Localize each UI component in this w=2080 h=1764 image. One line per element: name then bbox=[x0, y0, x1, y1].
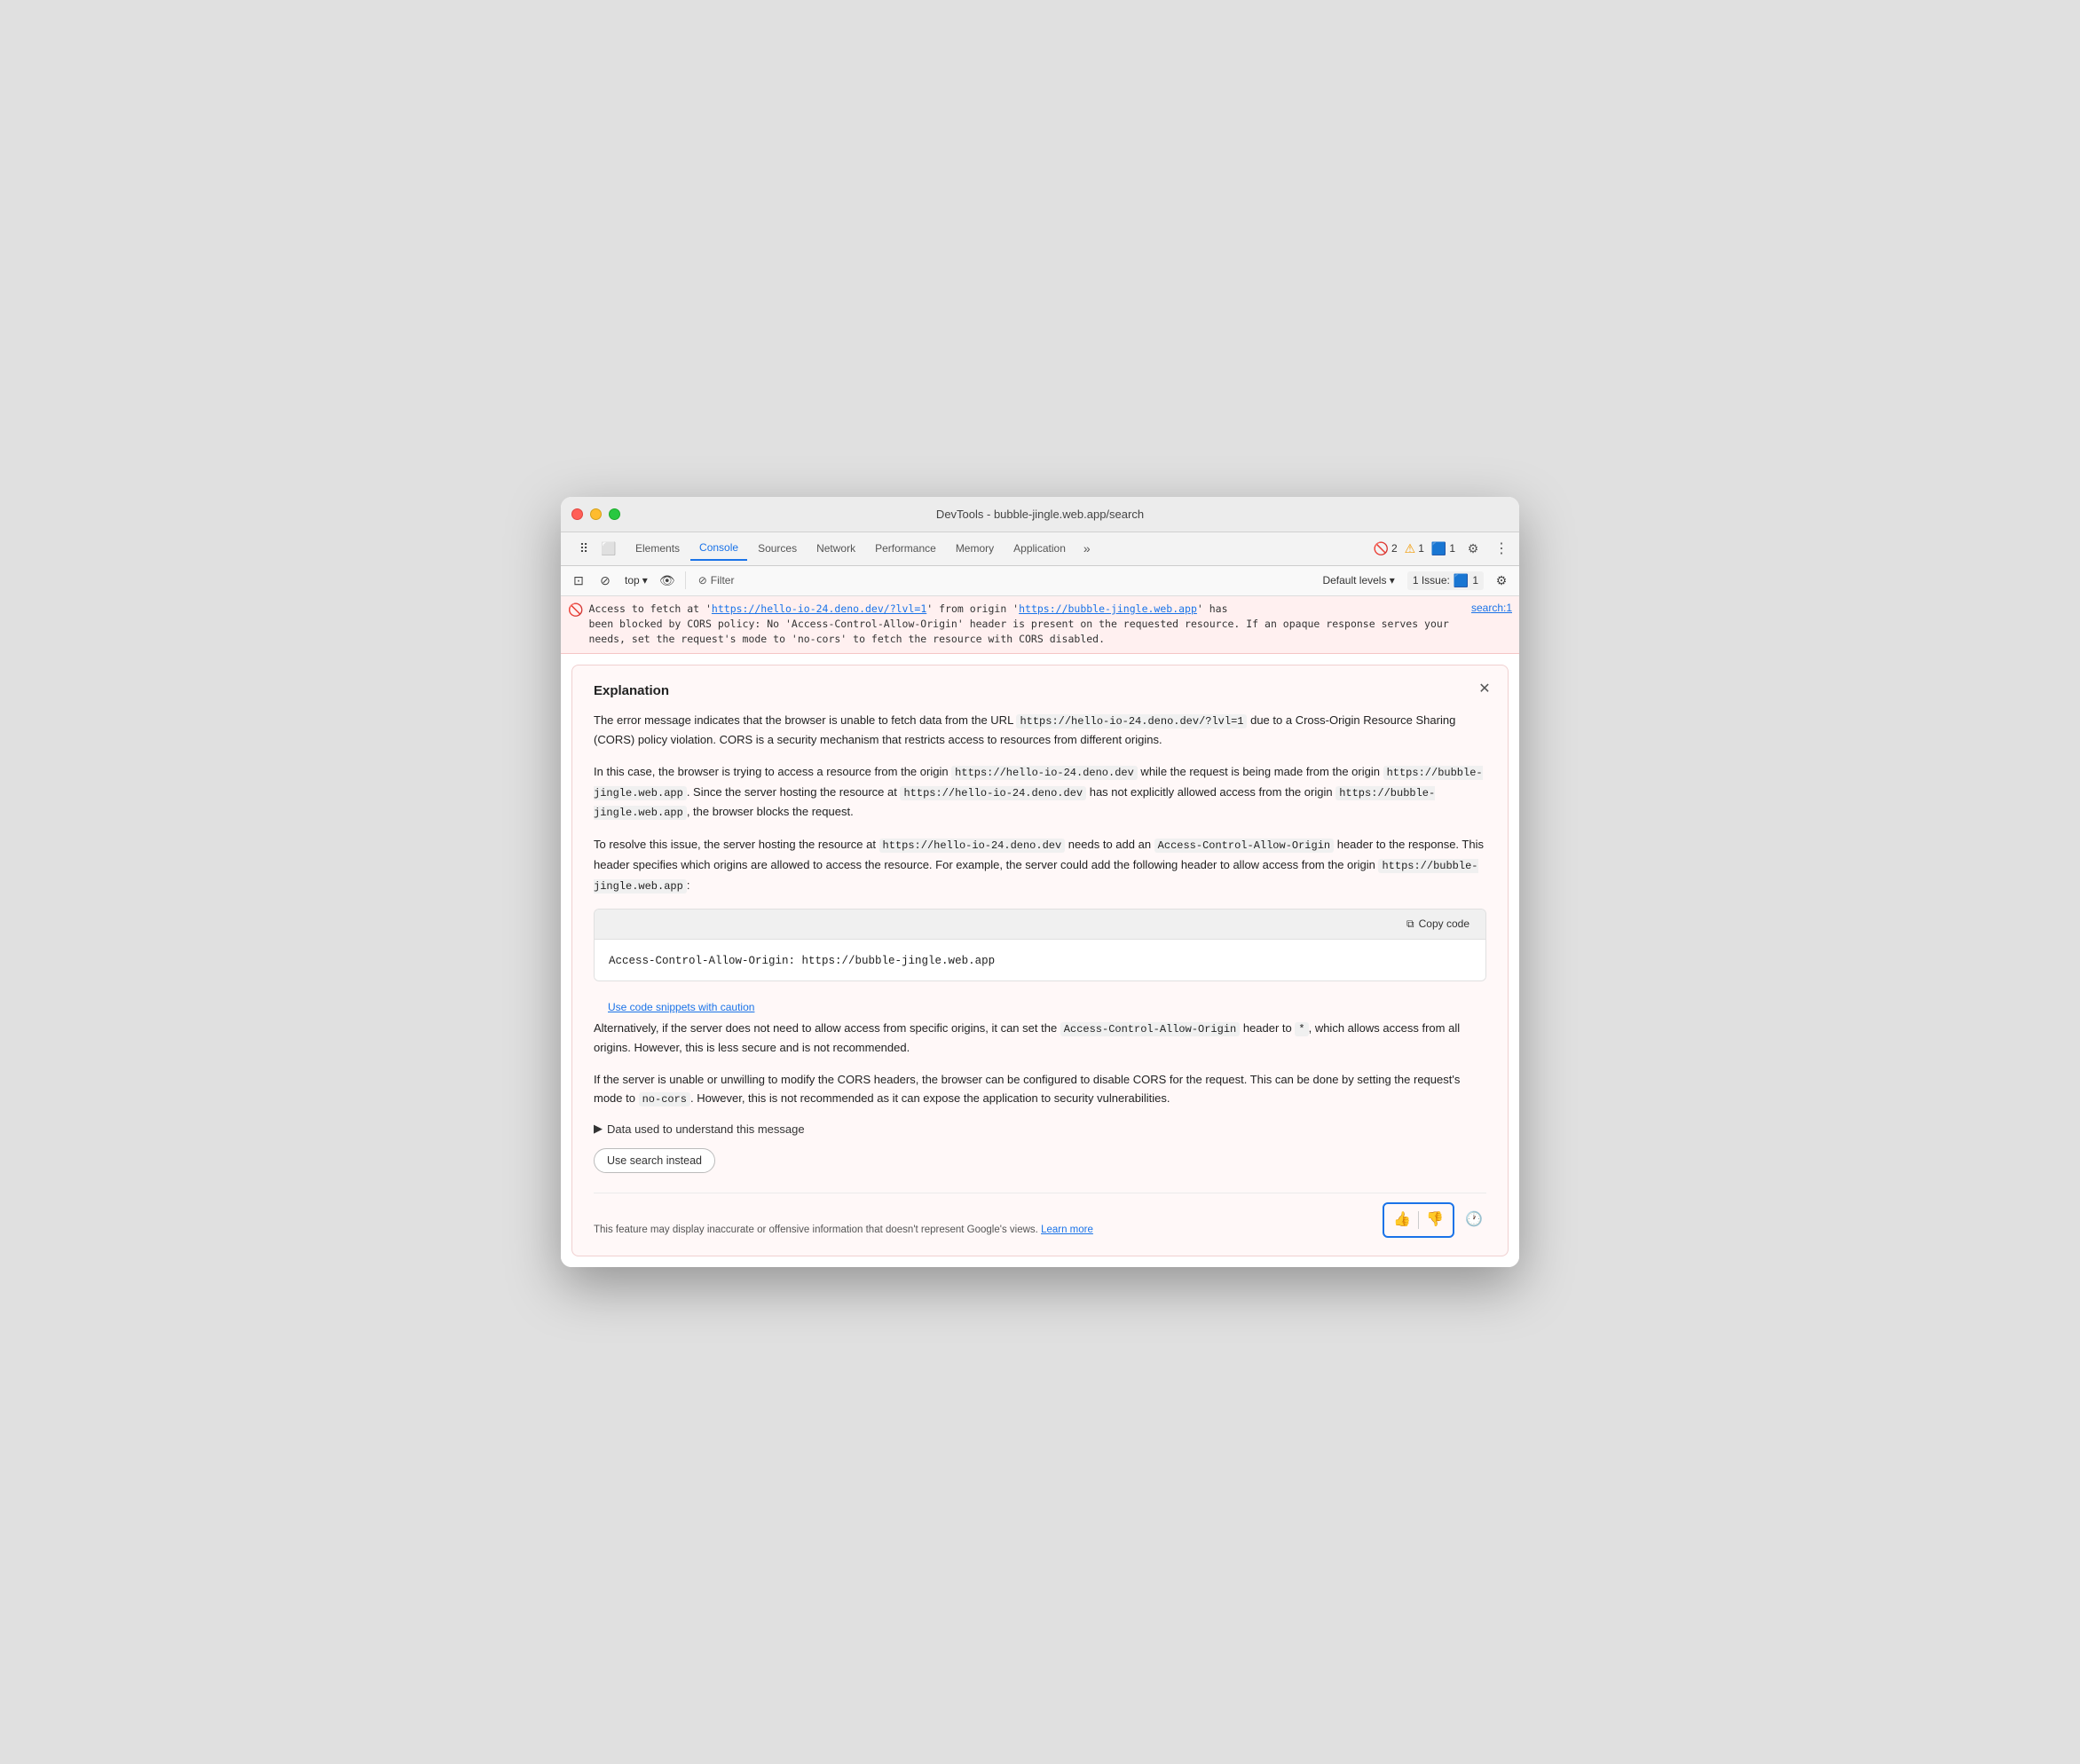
tab-memory[interactable]: Memory bbox=[947, 537, 1003, 560]
thumbs-down-button[interactable]: 👎 bbox=[1422, 1208, 1447, 1232]
filter-area[interactable]: ⊘ Filter bbox=[693, 572, 740, 588]
tab-application[interactable]: Application bbox=[1005, 537, 1075, 560]
eye-icon[interactable]: 👁 bbox=[657, 570, 678, 591]
use-search-button[interactable]: Use search instead bbox=[594, 1148, 715, 1173]
thumbs-up-button[interactable]: 👍 bbox=[1390, 1208, 1414, 1232]
error-badge[interactable]: 🚫 2 bbox=[1374, 541, 1398, 556]
settings-icon-tab[interactable]: ⚙ bbox=[1462, 538, 1484, 559]
error-url-1[interactable]: https://hello-io-24.deno.dev/?lvl=1 bbox=[712, 602, 926, 615]
learn-more-link[interactable]: Learn more bbox=[1041, 1225, 1093, 1235]
devtools-tab-bar: ⠿ ⬜ Elements Console Sources Network Per… bbox=[561, 532, 1519, 566]
copy-code-label: Copy code bbox=[1419, 917, 1469, 930]
error-url-2[interactable]: https://bubble-jingle.web.app bbox=[1019, 602, 1197, 615]
default-levels-select[interactable]: Default levels ▾ bbox=[1317, 572, 1399, 588]
copy-code-button[interactable]: ⧉ Copy code bbox=[1399, 915, 1477, 933]
data-toggle-label: Data used to understand this message bbox=[607, 1122, 805, 1136]
toggle-arrow-icon: ▶ bbox=[594, 1122, 603, 1136]
issue-label-text: 1 Issue: bbox=[1413, 574, 1450, 587]
disclaimer-content: This feature may display inaccurate or o… bbox=[594, 1225, 1038, 1235]
code-snippet-text: Access-Control-Allow-Origin: https://bub… bbox=[609, 955, 995, 967]
issue-icon: 🟦 bbox=[1431, 541, 1446, 556]
feedback-divider bbox=[1418, 1211, 1419, 1229]
tab-icons: ⠿ ⬜ bbox=[568, 538, 625, 559]
explanation-paragraph-3: To resolve this issue, the server hostin… bbox=[594, 835, 1486, 895]
filter-icon: ⊘ bbox=[698, 574, 707, 587]
issue-icon-toolbar: 🟦 bbox=[1454, 573, 1469, 588]
more-options-icon[interactable]: ⋮ bbox=[1491, 538, 1512, 559]
feedback-buttons: 👍 👎 bbox=[1383, 1202, 1454, 1238]
filter-label: Filter bbox=[711, 574, 735, 587]
sidebar-toggle-icon[interactable]: ⊡ bbox=[568, 570, 589, 591]
error-icon: 🚫 bbox=[1374, 541, 1389, 556]
explanation-paragraph-1: The error message indicates that the bro… bbox=[594, 711, 1486, 750]
traffic-lights bbox=[571, 508, 620, 520]
code-block-toolbar: ⧉ Copy code bbox=[595, 910, 1485, 940]
explanation-paragraph-4: Alternatively, if the server does not ne… bbox=[594, 1019, 1486, 1058]
error-count: 2 bbox=[1391, 542, 1398, 555]
error-circle-icon: 🚫 bbox=[568, 602, 583, 618]
feedback-area: 👍 👎 🕐 bbox=[1383, 1202, 1486, 1238]
explanation-panel: Explanation ✕ The error message indicate… bbox=[571, 665, 1509, 1256]
tab-performance[interactable]: Performance bbox=[866, 537, 945, 560]
tab-sources[interactable]: Sources bbox=[749, 537, 806, 560]
warning-count: 1 bbox=[1418, 542, 1424, 555]
close-traffic-light[interactable] bbox=[571, 508, 583, 520]
more-tabs-button[interactable]: » bbox=[1078, 538, 1096, 559]
caution-link[interactable]: Use code snippets with caution bbox=[608, 1001, 754, 1013]
error-text-mid: ' from origin ' bbox=[926, 602, 1019, 615]
copy-icon: ⧉ bbox=[1406, 917, 1414, 931]
top-label: top bbox=[625, 574, 640, 587]
warning-icon: ⚠ bbox=[1405, 541, 1416, 556]
code-block-content: Access-Control-Allow-Origin: https://bub… bbox=[595, 940, 1485, 980]
chevron-down-icon: ▾ bbox=[642, 574, 648, 587]
issue-count-toolbar: 1 bbox=[1472, 574, 1478, 587]
execution-context-select[interactable]: top ▾ bbox=[621, 572, 651, 588]
error-text-has: ' has bbox=[1197, 602, 1228, 615]
issues-badge[interactable]: 1 Issue: 🟦 1 bbox=[1407, 571, 1484, 590]
toolbar-divider-1 bbox=[685, 571, 686, 589]
clear-console-icon[interactable]: ⊘ bbox=[595, 570, 616, 591]
cursor-icon[interactable]: ⠿ bbox=[573, 538, 595, 559]
explanation-body: The error message indicates that the bro… bbox=[594, 711, 1486, 1238]
disclaimer-area: This feature may display inaccurate or o… bbox=[594, 1193, 1486, 1238]
error-row: 🚫 Access to fetch at 'https://hello-io-2… bbox=[561, 596, 1519, 654]
console-toolbar: ⊡ ⊘ top ▾ 👁 ⊘ Filter Default levels ▾ 1 … bbox=[561, 566, 1519, 596]
tab-badges: 🚫 2 ⚠ 1 🟦 1 ⚙ ⋮ bbox=[1374, 538, 1513, 559]
error-continuation: been blocked by CORS policy: No 'Access-… bbox=[588, 618, 1448, 645]
data-toggle[interactable]: ▶ Data used to understand this message bbox=[594, 1122, 1486, 1136]
settings-icon-toolbar[interactable]: ⚙ bbox=[1491, 570, 1512, 591]
explanation-paragraph-5: If the server is unable or unwilling to … bbox=[594, 1070, 1486, 1109]
window-title: DevTools - bubble-jingle.web.app/search bbox=[936, 508, 1144, 521]
error-text: Access to fetch at 'https://hello-io-24.… bbox=[588, 602, 1466, 648]
tab-console[interactable]: Console bbox=[690, 536, 747, 561]
device-icon[interactable]: ⬜ bbox=[598, 538, 619, 559]
explanation-title: Explanation bbox=[594, 683, 1486, 698]
code-block: ⧉ Copy code Access-Control-Allow-Origin:… bbox=[594, 909, 1486, 981]
disclaimer-text: This feature may display inaccurate or o… bbox=[594, 1223, 1374, 1238]
console-content: 🚫 Access to fetch at 'https://hello-io-2… bbox=[561, 596, 1519, 1267]
tab-elements[interactable]: Elements bbox=[626, 537, 689, 560]
warning-badge[interactable]: ⚠ 1 bbox=[1405, 541, 1424, 556]
issue-count: 1 bbox=[1449, 542, 1455, 555]
tab-network[interactable]: Network bbox=[808, 537, 864, 560]
title-bar: DevTools - bubble-jingle.web.app/search bbox=[561, 497, 1519, 532]
devtools-window: DevTools - bubble-jingle.web.app/search … bbox=[561, 497, 1519, 1267]
toolbar-right: Default levels ▾ 1 Issue: 🟦 1 ⚙ bbox=[1317, 570, 1512, 591]
minimize-traffic-light[interactable] bbox=[590, 508, 602, 520]
maximize-traffic-light[interactable] bbox=[609, 508, 620, 520]
explanation-paragraph-2: In this case, the browser is trying to a… bbox=[594, 762, 1486, 823]
error-text-before: Access to fetch at ' bbox=[588, 602, 711, 615]
error-source-link[interactable]: search:1 bbox=[1471, 602, 1512, 614]
close-explanation-button[interactable]: ✕ bbox=[1474, 678, 1495, 699]
issue-badge-tab[interactable]: 🟦 1 bbox=[1431, 541, 1455, 556]
info-icon-button[interactable]: 🕐 bbox=[1462, 1208, 1486, 1232]
